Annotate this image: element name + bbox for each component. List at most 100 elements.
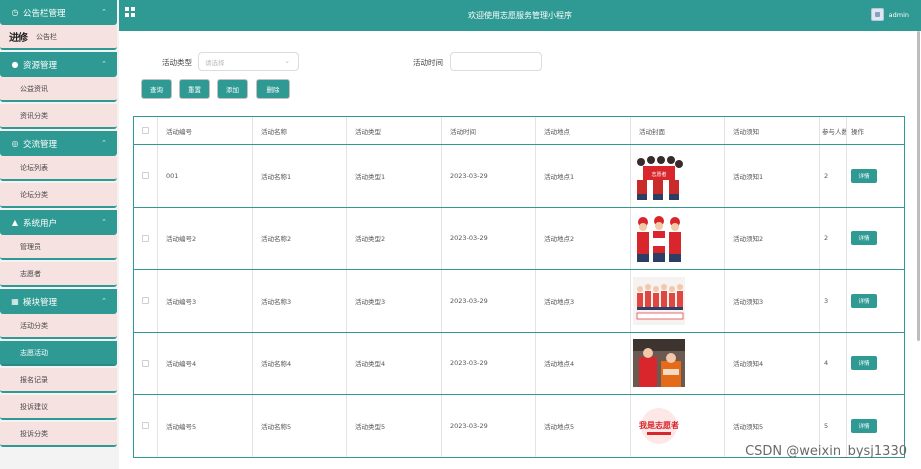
cell-actions: 详情	[847, 270, 904, 332]
row-checkbox[interactable]	[142, 234, 149, 242]
sidebar-item-complaints[interactable]: 投诉建议	[0, 395, 117, 420]
sidebar-item-volunteer-activity[interactable]: 志愿活动	[0, 341, 117, 366]
cell-type: 活动类型2	[347, 207, 442, 269]
page-title: 欢迎使用志愿服务管理小程序	[468, 11, 572, 20]
cell-notice: 活动须知3	[725, 270, 820, 332]
activity-table: 活动编号 活动名称 活动类型 活动时间 活动地点 活动封面 活动须知 参与人数 …	[133, 116, 905, 458]
column-header: 操作	[851, 127, 864, 136]
reset-button[interactable]: 重置	[179, 79, 210, 99]
activity-time-input[interactable]	[450, 52, 542, 71]
row-select-cell[interactable]	[134, 332, 158, 394]
bulb-icon: ●	[11, 60, 19, 69]
sidebar-item-forum-category[interactable]: 论坛分类	[0, 183, 117, 208]
add-button[interactable]: 添加	[217, 79, 248, 99]
column-header: 活动须知	[725, 117, 820, 144]
column-header: 活动类型	[347, 117, 442, 144]
cell-count: 2	[820, 145, 847, 207]
sidebar-item-label: 志愿者	[20, 269, 41, 278]
cell-notice: 活动须知4	[725, 332, 820, 394]
app-root: ◷ 公告栏管理 ⌃ 进修 公告栏 ● 资源管理 ⌃ 公益资讯 资讯分类 ◎ 交流…	[0, 0, 921, 469]
chevron-down-icon: ⌄	[284, 57, 290, 65]
sidebar-item-label: 公告栏	[36, 32, 57, 41]
row-select-cell[interactable]	[134, 145, 158, 207]
cover-image	[633, 276, 685, 325]
activity-time-label: 活动时间	[413, 58, 443, 67]
cell-time: 2023-03-29	[442, 332, 536, 394]
select-all-checkbox[interactable]	[142, 127, 149, 134]
sidebar-group-label: 资源管理	[23, 60, 58, 71]
top-bar: 欢迎使用志愿服务管理小程序 admin	[119, 0, 921, 31]
cover-image: 志愿者	[633, 151, 685, 200]
table-row: 活动编号3 活动名称3 活动类型3 2023-03-29 活动地点3 活动须知3…	[134, 270, 904, 333]
sidebar-group-communication[interactable]: ◎ 交流管理 ⌃	[0, 131, 117, 156]
row-checkbox[interactable]	[142, 359, 149, 367]
row-checkbox[interactable]	[142, 172, 149, 180]
sidebar-group-label: 系统用户	[23, 218, 58, 229]
cell-type: 活动类型1	[347, 145, 442, 207]
cell-time: 2023-03-29	[442, 395, 536, 457]
sidebar-item-charity-news[interactable]: 公益资讯	[0, 77, 117, 102]
row-select-cell[interactable]	[134, 207, 158, 269]
detail-button[interactable]: 详情	[851, 418, 877, 433]
activity-type-select[interactable]: 请选择 ⌄	[198, 52, 299, 71]
chevron-up-icon: ⌃	[101, 297, 107, 305]
cell-cover	[631, 332, 725, 394]
row-select-cell[interactable]	[134, 270, 158, 332]
cell-time: 2023-03-29	[442, 207, 536, 269]
sidebar-item-signup-records[interactable]: 报名记录	[0, 368, 117, 393]
detail-button[interactable]: 详情	[851, 168, 877, 183]
cover-image	[633, 214, 685, 263]
cell-code: 活动编号2	[158, 207, 253, 269]
sidebar-item-admin[interactable]: 管理员	[0, 235, 117, 260]
sidebar-item-label: 报名记录	[20, 375, 48, 384]
page-scrollbar[interactable]	[917, 31, 920, 341]
svg-text:志愿者: 志愿者	[651, 171, 666, 178]
sidebar-item-label: 志愿活动	[20, 348, 48, 357]
sidebar-item-label: 投诉分类	[20, 429, 48, 438]
sidebar-item-label: 投诉建议	[20, 402, 48, 411]
sidebar-group-announcement[interactable]: ◷ 公告栏管理 ⌃	[0, 0, 117, 25]
detail-button[interactable]: 详情	[851, 231, 877, 246]
cell-place: 活动地点3	[536, 270, 631, 332]
sidebar-item-complaint-category[interactable]: 投诉分类	[0, 422, 117, 447]
chevron-up-icon: ⌃	[101, 218, 107, 226]
cover-image	[633, 339, 685, 388]
column-header: 活动封面	[631, 117, 725, 144]
cell-notice: 活动须知1	[725, 145, 820, 207]
user-name[interactable]: admin	[889, 11, 909, 19]
sidebar-item-label: 论坛分类	[20, 190, 48, 199]
stamp-text: 进修	[9, 33, 28, 44]
cell-type: 活动类型4	[347, 332, 442, 394]
sidebar-group-modules[interactable]: ▦ 模块管理 ⌃	[0, 289, 117, 314]
sidebar-item-label: 管理员	[20, 242, 41, 251]
delete-button[interactable]: 删除	[256, 79, 290, 99]
sidebar-item-announcement[interactable]: 进修 公告栏	[0, 25, 117, 50]
select-all-cell[interactable]	[134, 117, 158, 144]
cell-type: 活动类型3	[347, 270, 442, 332]
cell-place: 活动地点4	[536, 332, 631, 394]
row-checkbox[interactable]	[142, 422, 149, 430]
avatar[interactable]	[871, 8, 884, 21]
user-icon: ▲	[11, 218, 19, 227]
cell-code: 活动编号3	[158, 270, 253, 332]
column-header: 活动编号	[158, 117, 253, 144]
query-button[interactable]: 查询	[141, 79, 172, 99]
cell-cover: 我是志愿者	[631, 395, 725, 457]
cell-actions: 详情	[847, 208, 904, 270]
sidebar-group-system-users[interactable]: ▲ 系统用户 ⌃	[0, 210, 117, 235]
row-select-cell[interactable]	[134, 395, 158, 457]
sidebar-item-volunteer[interactable]: 志愿者	[0, 262, 117, 287]
cell-place: 活动地点5	[536, 395, 631, 457]
sidebar: ◷ 公告栏管理 ⌃ 进修 公告栏 ● 资源管理 ⌃ 公益资讯 资讯分类 ◎ 交流…	[0, 0, 119, 469]
sidebar-item-news-category[interactable]: 资讯分类	[0, 104, 117, 129]
sidebar-group-resources[interactable]: ● 资源管理 ⌃	[0, 52, 117, 77]
cell-name: 活动名称1	[253, 145, 347, 207]
detail-button[interactable]: 详情	[851, 293, 877, 308]
cell-time: 2023-03-29	[442, 145, 536, 207]
row-checkbox[interactable]	[142, 297, 149, 305]
sidebar-group-label: 模块管理	[23, 297, 58, 308]
sidebar-item-activity-category[interactable]: 活动分类	[0, 314, 117, 339]
detail-button[interactable]: 详情	[851, 356, 877, 371]
sidebar-item-forum-list[interactable]: 论坛列表	[0, 156, 117, 181]
table-row: 活动编号2 活动名称2 活动类型2 2023-03-29 活动地点2 活动须知2…	[134, 207, 904, 270]
